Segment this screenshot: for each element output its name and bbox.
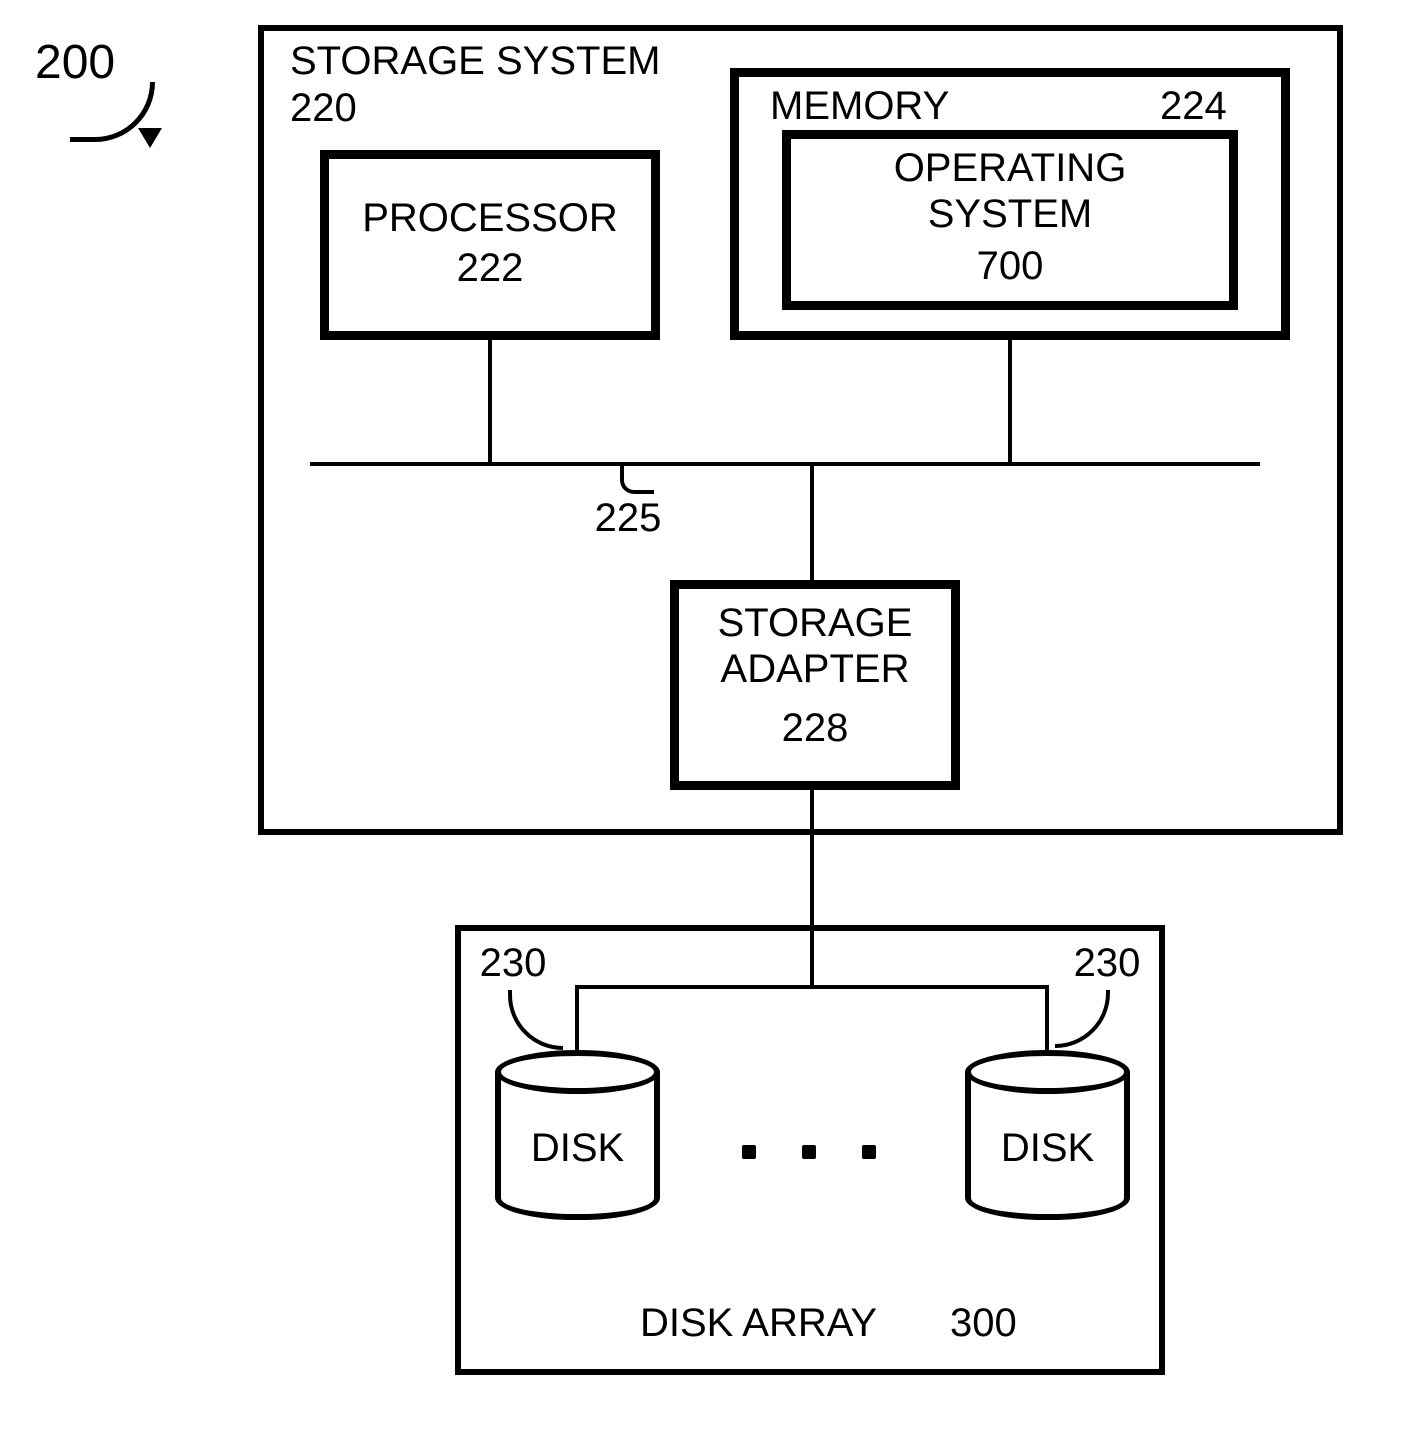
memory-to-bus-line: [1008, 340, 1012, 464]
disk-array-ref: 300: [950, 1300, 1017, 1346]
bus-to-adapter-line: [810, 464, 814, 580]
disk-left-ref: 230: [468, 940, 558, 986]
operating-system-ref: 700: [782, 243, 1238, 289]
bus-line: [310, 462, 1260, 466]
disk-right-label: DISK: [965, 1126, 1130, 1171]
processor-title: PROCESSOR: [320, 195, 660, 241]
processor-ref: 222: [320, 245, 660, 291]
array-bus-h: [575, 985, 1049, 989]
operating-system-title: OPERATING SYSTEM: [782, 145, 1238, 237]
bus-ref: 225: [578, 495, 678, 541]
ellipsis-dot: [742, 1145, 756, 1159]
array-bus-right-drop: [1045, 985, 1049, 1055]
disk-array-title: DISK ARRAY: [640, 1300, 877, 1346]
disk-left-label: DISK: [495, 1126, 660, 1171]
storage-adapter-ref: 228: [670, 705, 960, 751]
disk-left-cylinder: DISK: [495, 1050, 660, 1220]
storage-system-title: STORAGE SYSTEM: [290, 38, 660, 84]
disk-right-ref: 230: [1062, 940, 1152, 986]
storage-system-ref: 220: [290, 85, 357, 131]
array-bus-left-drop: [575, 985, 579, 1055]
figure-ref-arrowhead: [138, 128, 162, 148]
storage-adapter-title: STORAGE ADAPTER: [670, 600, 960, 692]
ellipsis-dot: [802, 1145, 816, 1159]
diagram-canvas: 200 STORAGE SYSTEM 220 PROCESSOR 222 MEM…: [0, 0, 1417, 1431]
memory-ref: 224: [1160, 83, 1227, 129]
ellipsis-dot: [862, 1145, 876, 1159]
disk-right-cylinder: DISK: [965, 1050, 1130, 1220]
processor-to-bus-line: [488, 340, 492, 464]
memory-title: MEMORY: [770, 83, 949, 129]
bus-ref-leader: [620, 466, 654, 494]
